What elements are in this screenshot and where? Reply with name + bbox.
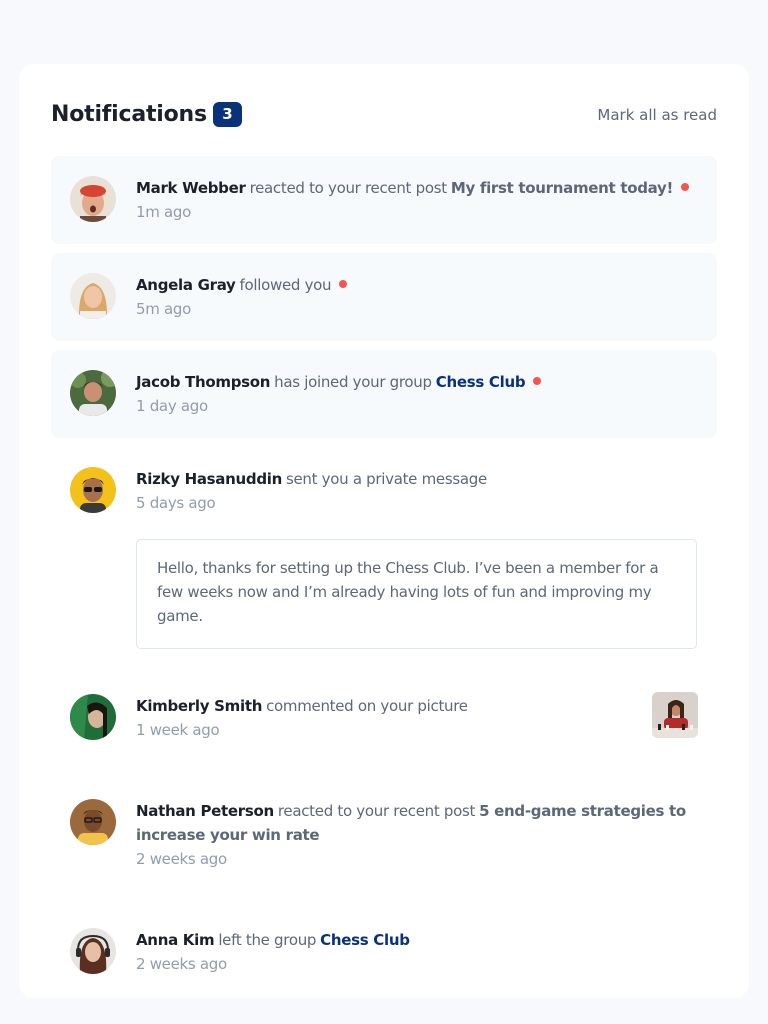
private-message[interactable]: Hello, thanks for setting up the Chess C… bbox=[136, 539, 697, 649]
notification-item[interactable]: Jacob Thompson has joined your group Chess… bbox=[51, 350, 717, 438]
timestamp: 5m ago bbox=[136, 300, 192, 318]
timestamp: 1 week ago bbox=[136, 721, 220, 739]
notification-content: Nathan Peterson reacted to your recent po… bbox=[136, 799, 697, 871]
timestamp: 2 weeks ago bbox=[136, 850, 227, 868]
timestamp: 5 days ago bbox=[136, 494, 216, 512]
avatar[interactable] bbox=[70, 370, 116, 416]
avatar[interactable] bbox=[70, 799, 116, 845]
unread-dot bbox=[533, 377, 542, 385]
user-name-link[interactable]: Nathan Peterson bbox=[136, 802, 274, 820]
post-link[interactable]: My first tournament today! bbox=[451, 179, 674, 197]
notification-action: followed you bbox=[239, 276, 332, 294]
mark-all-as-read-button[interactable]: Mark all as read bbox=[597, 106, 717, 124]
notification-action: commented on your picture bbox=[266, 697, 468, 715]
header: Notifications 3 Mark all as read bbox=[51, 100, 717, 132]
avatar[interactable] bbox=[70, 928, 116, 974]
page-title: Notifications bbox=[51, 102, 207, 127]
group-link[interactable]: Chess Club bbox=[320, 931, 410, 949]
notification-content: Kimberly Smith commented on your picture … bbox=[136, 694, 627, 742]
user-name-link[interactable]: Rizky Hasanuddin bbox=[136, 470, 282, 488]
notification-item[interactable]: Angela Gray followed you 5m ago bbox=[51, 253, 717, 341]
notification-action: sent you a private message bbox=[285, 470, 487, 488]
timestamp: 1m ago bbox=[136, 203, 192, 221]
user-name-link[interactable]: Jacob Thompson bbox=[136, 373, 270, 391]
notification-item[interactable]: Mark Webber reacted to your recent post My… bbox=[51, 156, 717, 244]
notification-action: has joined your group bbox=[274, 373, 432, 391]
notification-action: left the group bbox=[218, 931, 317, 949]
notification-content: Jacob Thompson has joined your group Chess… bbox=[136, 370, 697, 418]
avatar[interactable] bbox=[70, 467, 116, 513]
unread-count-badge: 3 bbox=[213, 102, 242, 127]
notification-action: reacted to your recent post bbox=[277, 802, 476, 820]
notification-item[interactable]: Kimberly Smith commented on your picture … bbox=[51, 674, 717, 770]
avatar[interactable] bbox=[70, 694, 116, 740]
notification-item[interactable]: Nathan Peterson reacted to your recent po… bbox=[51, 779, 717, 899]
unread-dot bbox=[681, 183, 690, 191]
user-name-link[interactable]: Angela Gray bbox=[136, 276, 236, 294]
commented-picture-thumbnail[interactable] bbox=[652, 692, 698, 738]
notification-content: Angela Gray followed you 5m ago bbox=[136, 273, 697, 321]
notification-content: Rizky Hasanuddin sent you a private messa… bbox=[136, 467, 697, 515]
group-link[interactable]: Chess Club bbox=[436, 373, 526, 391]
notification-content: Anna Kim left the group Chess Club 2 weeks… bbox=[136, 928, 697, 976]
notification-content: Mark Webber reacted to your recent post My… bbox=[136, 176, 697, 224]
user-name-link[interactable]: Kimberly Smith bbox=[136, 697, 262, 715]
notifications-card: Notifications 3 Mark all as read Mark We… bbox=[19, 64, 749, 998]
notification-action: reacted to your recent post bbox=[249, 179, 448, 197]
timestamp: 2 weeks ago bbox=[136, 955, 227, 973]
unread-dot bbox=[339, 280, 348, 288]
avatar[interactable] bbox=[70, 273, 116, 319]
notification-item[interactable]: Anna Kim left the group Chess Club 2 weeks… bbox=[51, 908, 717, 1004]
user-name-link[interactable]: Mark Webber bbox=[136, 179, 246, 197]
avatar[interactable] bbox=[70, 176, 116, 222]
notification-list: Mark Webber reacted to your recent post My… bbox=[51, 156, 717, 1013]
notification-item[interactable]: Rizky Hasanuddin sent you a private messa… bbox=[51, 447, 717, 665]
user-name-link[interactable]: Anna Kim bbox=[136, 931, 215, 949]
timestamp: 1 day ago bbox=[136, 397, 208, 415]
